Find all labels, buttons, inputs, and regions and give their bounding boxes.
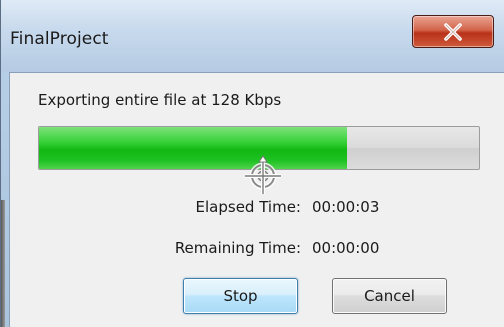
dialog-body: Exporting entire file at 128 Kbps Elapse… xyxy=(9,72,504,327)
dialog-window: FinalProject Exporting entire file at 12… xyxy=(0,0,504,327)
elapsed-time-label: Elapsed Time: xyxy=(195,198,301,216)
screen: FinalProject Exporting entire file at 12… xyxy=(0,0,504,327)
elapsed-time-row: Elapsed Time: 00:00:03 xyxy=(10,198,504,218)
move-cursor-icon xyxy=(245,155,281,194)
window-title: FinalProject xyxy=(10,29,109,49)
window-edge-shadow xyxy=(1,200,5,327)
remaining-time-value: 00:00:00 xyxy=(312,239,380,257)
title-bar[interactable]: FinalProject xyxy=(1,0,504,72)
progress-fill xyxy=(39,127,347,169)
cancel-button[interactable]: Cancel xyxy=(332,278,447,314)
remaining-time-label: Remaining Time: xyxy=(174,239,301,257)
close-x-icon xyxy=(444,22,462,41)
stop-button[interactable]: Stop xyxy=(183,278,298,314)
export-status-text: Exporting entire file at 128 Kbps xyxy=(38,91,282,109)
elapsed-time-value: 00:00:03 xyxy=(312,198,380,216)
close-button[interactable] xyxy=(412,15,494,48)
remaining-time-row: Remaining Time: 00:00:00 xyxy=(10,239,504,259)
